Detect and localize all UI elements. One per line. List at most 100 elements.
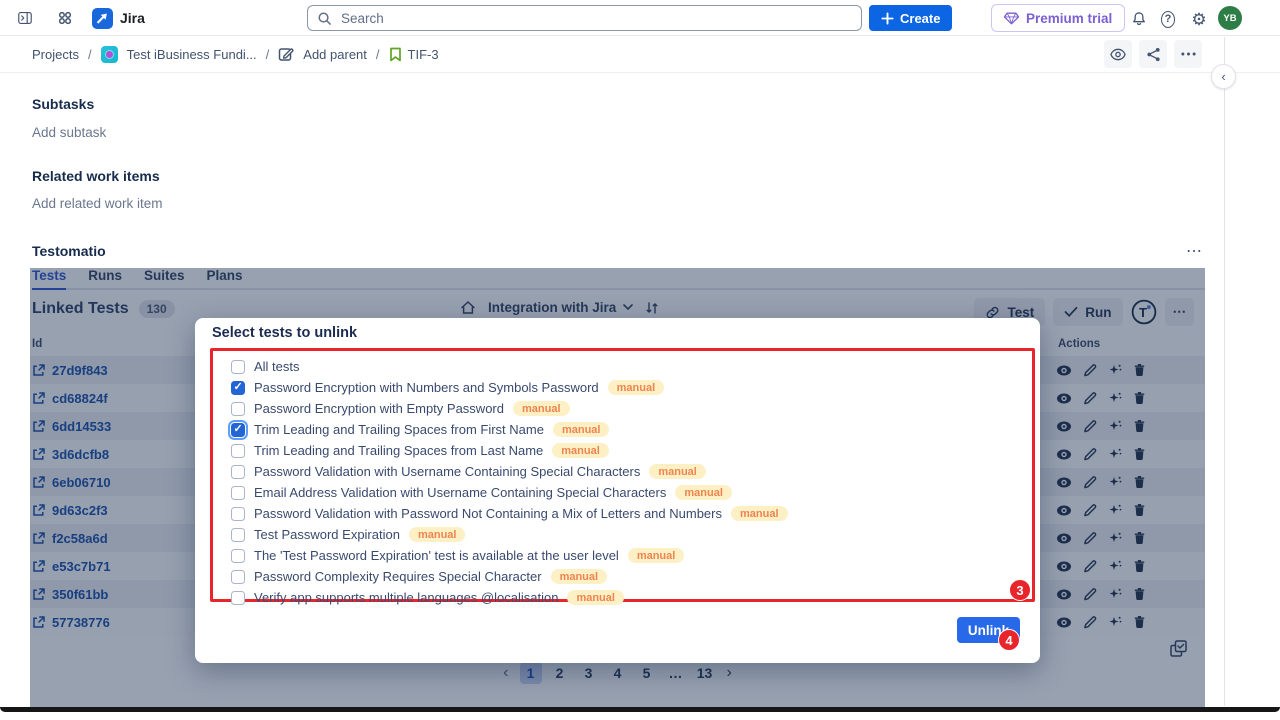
manual-badge: manual	[551, 569, 608, 584]
test-checkbox-row[interactable]: All tests	[223, 356, 1022, 377]
test-checkbox-row[interactable]: The 'Test Password Expiration' test is a…	[223, 545, 1022, 566]
more-actions-button[interactable]	[1174, 40, 1202, 68]
jira-home-link[interactable]: Jira	[92, 8, 145, 29]
jira-logo-icon	[92, 8, 113, 29]
issue-key-label: TIF-3	[408, 47, 439, 62]
gem-icon	[1004, 12, 1019, 25]
right-panel-divider	[1224, 37, 1225, 706]
test-checkbox[interactable]	[231, 570, 245, 584]
test-checkbox[interactable]	[231, 486, 245, 500]
test-checkbox-row[interactable]: Email Address Validation with Username C…	[223, 482, 1022, 503]
test-checkbox-row[interactable]: Verify app supports multiple languages @…	[223, 587, 1022, 608]
test-checkbox-label: Password Complexity Requires Special Cha…	[254, 569, 542, 584]
breadcrumb-issue[interactable]: TIF-3	[389, 47, 439, 62]
manual-badge: manual	[553, 422, 610, 437]
manual-badge: manual	[628, 548, 685, 563]
breadcrumb-project[interactable]: Test iBusiness Fundi...	[127, 47, 257, 62]
test-checkbox-label: Verify app supports multiple languages @…	[254, 590, 558, 605]
notifications-button[interactable]	[1126, 6, 1152, 32]
eye-icon	[1110, 48, 1126, 61]
test-checkbox-label: Test Password Expiration	[254, 527, 400, 542]
global-search[interactable]	[307, 5, 862, 31]
sidebar-toggle-button[interactable]	[12, 5, 38, 31]
test-checkbox-row[interactable]: Test Password Expiration manual	[223, 524, 1022, 545]
more-horizontal-icon	[1181, 52, 1196, 56]
manual-badge: manual	[675, 485, 732, 500]
test-checkbox[interactable]	[231, 549, 245, 563]
collapse-panel-button[interactable]: ‹	[1211, 64, 1236, 89]
test-checkbox-label: Password Encryption with Empty Password	[254, 401, 504, 416]
settings-button[interactable]: ⚙	[1186, 6, 1212, 32]
test-checkbox[interactable]	[231, 381, 245, 395]
breadcrumb: Projects / Test iBusiness Fundi... / Add…	[32, 36, 439, 72]
share-icon	[1146, 47, 1161, 62]
window-bottom-edge	[0, 707, 1280, 712]
plus-icon	[881, 12, 894, 25]
app-switcher-button[interactable]	[52, 5, 78, 31]
related-items-heading: Related work items	[32, 168, 160, 184]
test-checkbox[interactable]	[231, 465, 245, 479]
test-checkbox-label: Trim Leading and Trailing Spaces from Fi…	[254, 422, 544, 437]
breadcrumb-separator: /	[266, 47, 270, 62]
jira-app-window: Jira Create Premium trial	[0, 0, 1280, 720]
gear-icon: ⚙	[1191, 11, 1206, 28]
manual-badge: manual	[552, 443, 609, 458]
add-related-item-button[interactable]: Add related work item	[32, 196, 163, 211]
test-checkbox-label: Trim Leading and Trailing Spaces from La…	[254, 443, 543, 458]
test-checkbox-row[interactable]: Password Validation with Username Contai…	[223, 461, 1022, 482]
app-grid-icon	[58, 10, 72, 26]
test-checkbox-row[interactable]: Trim Leading and Trailing Spaces from La…	[223, 440, 1022, 461]
create-button[interactable]: Create	[869, 5, 952, 31]
test-checkbox-label: The 'Test Password Expiration' test is a…	[254, 548, 619, 563]
search-input[interactable]	[339, 10, 852, 27]
premium-trial-button[interactable]: Premium trial	[991, 4, 1125, 32]
app-title: Jira	[120, 10, 145, 26]
test-checkbox-row[interactable]: Password Complexity Requires Special Cha…	[223, 566, 1022, 587]
test-checkbox[interactable]	[231, 360, 245, 374]
test-checkbox[interactable]	[231, 591, 245, 605]
search-icon	[317, 11, 332, 26]
unlink-tests-modal: Select tests to unlink All tests Passwor…	[195, 318, 1040, 663]
subtasks-heading: Subtasks	[32, 96, 94, 112]
annotation-step-4: 4	[998, 629, 1020, 651]
manual-badge: manual	[513, 401, 570, 416]
sidebar-toggle-icon	[18, 10, 32, 26]
annotation-red-box: All tests Password Encryption with Numbe…	[210, 348, 1035, 602]
test-checkbox-row[interactable]: Password Validation with Password Not Co…	[223, 503, 1022, 524]
breadcrumb-separator: /	[88, 47, 92, 62]
test-checkbox-row[interactable]: Password Encryption with Numbers and Sym…	[223, 377, 1022, 398]
manual-badge: manual	[731, 506, 788, 521]
create-button-label: Create	[900, 11, 940, 26]
help-icon: ?	[1161, 11, 1175, 28]
breadcrumb-bar: Projects / Test iBusiness Fundi... / Add…	[0, 36, 1280, 73]
avatar[interactable]: YB	[1218, 6, 1242, 30]
test-checkbox-row[interactable]: Trim Leading and Trailing Spaces from Fi…	[223, 419, 1022, 440]
test-checkbox-row[interactable]: Password Encryption with Empty Password …	[223, 398, 1022, 419]
test-checkbox[interactable]	[231, 402, 245, 416]
issue-actions	[1104, 40, 1202, 68]
widget-more-button[interactable]: ⋯	[1180, 240, 1209, 262]
test-checkbox[interactable]	[231, 528, 245, 542]
test-checkbox[interactable]	[231, 444, 245, 458]
breadcrumb-add-parent[interactable]: Add parent	[303, 47, 367, 62]
share-button[interactable]	[1139, 40, 1167, 68]
testomatio-heading: Testomatio	[32, 243, 106, 259]
help-button[interactable]: ?	[1155, 6, 1181, 32]
watch-button[interactable]	[1104, 40, 1132, 68]
test-checkbox[interactable]	[231, 423, 245, 437]
test-checkbox-label: All tests	[254, 359, 300, 374]
project-avatar-icon	[101, 46, 118, 63]
premium-trial-label: Premium trial	[1026, 11, 1112, 26]
modal-title: Select tests to unlink	[212, 325, 357, 341]
test-checkbox-label: Password Validation with Password Not Co…	[254, 506, 722, 521]
test-checkbox[interactable]	[231, 507, 245, 521]
test-checkbox-label: Email Address Validation with Username C…	[254, 485, 666, 500]
bell-icon	[1132, 10, 1146, 28]
breadcrumb-projects[interactable]: Projects	[32, 47, 79, 62]
edit-icon	[278, 46, 294, 62]
breadcrumb-separator: /	[376, 47, 380, 62]
add-subtask-button[interactable]: Add subtask	[32, 125, 106, 140]
top-navigation: Jira Create Premium trial	[0, 0, 1280, 36]
annotation-step-3: 3	[1009, 579, 1031, 601]
bookmark-icon	[389, 47, 402, 62]
